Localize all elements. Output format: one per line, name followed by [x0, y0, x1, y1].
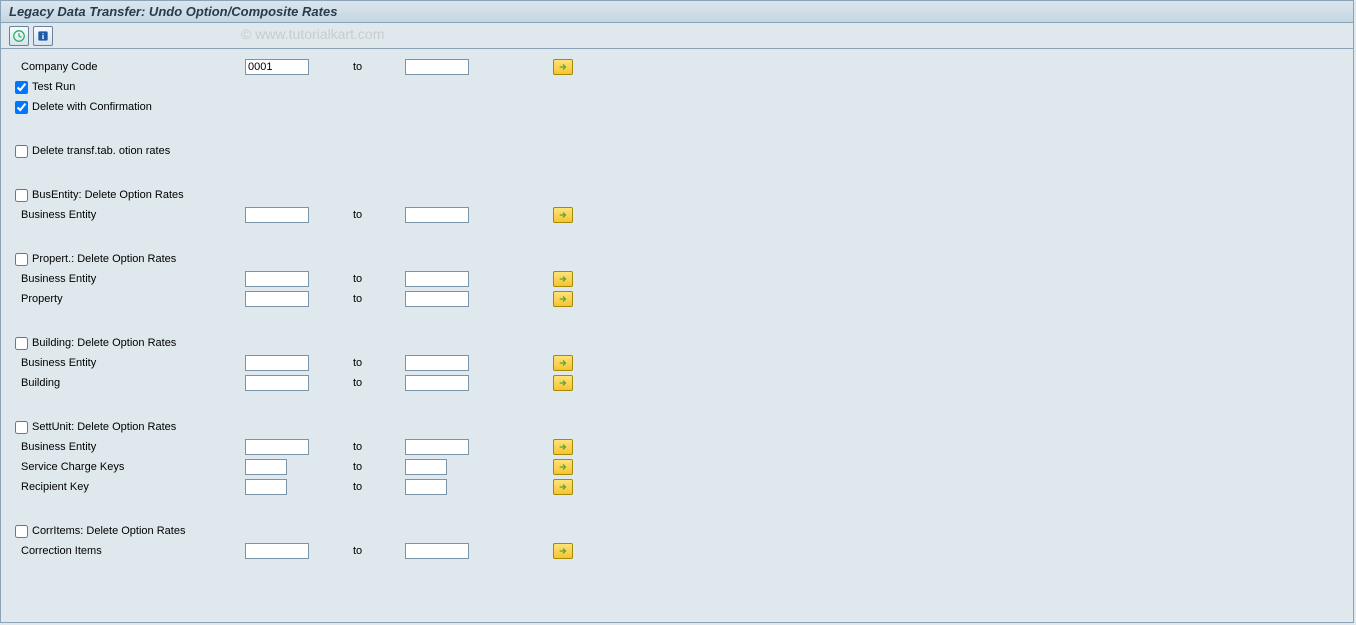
be4-from-input[interactable]: [245, 439, 309, 455]
test-run-checkbox[interactable]: [15, 81, 28, 94]
label-company-code: Company Code: [15, 61, 245, 73]
arrow-right-icon: [558, 358, 568, 368]
be2-label: Business Entity: [15, 273, 245, 285]
to-label-be3: to: [345, 357, 405, 369]
rk-to-input[interactable]: [405, 479, 447, 495]
row-rk: Recipient Key to: [15, 477, 1339, 497]
busentity-label: BusEntity: Delete Option Rates: [32, 189, 184, 201]
row-building: Building to: [15, 373, 1339, 393]
sck-to-input[interactable]: [405, 459, 447, 475]
building-chk-label: Building: Delete Option Rates: [32, 337, 176, 349]
be4-multi-button[interactable]: [553, 439, 573, 455]
property-chk-label: Propert.: Delete Option Rates: [32, 253, 176, 265]
be1-from-input[interactable]: [245, 207, 309, 223]
be3-multi-button[interactable]: [553, 355, 573, 371]
be1-multi-button[interactable]: [553, 207, 573, 223]
delete-confirm-checkbox[interactable]: [15, 101, 28, 114]
sck-label: Service Charge Keys: [15, 461, 245, 473]
title-bar: Legacy Data Transfer: Undo Option/Compos…: [1, 1, 1353, 23]
property-checkbox[interactable]: [15, 253, 28, 266]
be1-label: Business Entity: [15, 209, 245, 221]
be3-label: Business Entity: [15, 357, 245, 369]
sck-multi-button[interactable]: [553, 459, 573, 475]
row-property: Property to: [15, 289, 1339, 309]
be4-to-input[interactable]: [405, 439, 469, 455]
to-label-be2: to: [345, 273, 405, 285]
arrow-right-icon: [558, 62, 568, 72]
test-run-label: Test Run: [32, 81, 75, 93]
to-label-be1: to: [345, 209, 405, 221]
info-button[interactable]: i: [33, 26, 53, 46]
building-multi-button[interactable]: [553, 375, 573, 391]
company-code-from-input[interactable]: [245, 59, 309, 75]
app-window: Legacy Data Transfer: Undo Option/Compos…: [0, 0, 1354, 623]
to-label-sck: to: [345, 461, 405, 473]
page-title: Legacy Data Transfer: Undo Option/Compos…: [9, 4, 337, 19]
company-code-to-input[interactable]: [405, 59, 469, 75]
to-label-be4: to: [345, 441, 405, 453]
property-to-input[interactable]: [405, 291, 469, 307]
arrow-right-icon: [558, 210, 568, 220]
execute-button[interactable]: [9, 26, 29, 46]
be2-from-input[interactable]: [245, 271, 309, 287]
row-be2: Business Entity to: [15, 269, 1339, 289]
toolbar: i © www.tutorialkart.com: [1, 23, 1353, 49]
busentity-checkbox[interactable]: [15, 189, 28, 202]
be3-to-input[interactable]: [405, 355, 469, 371]
building-to-input[interactable]: [405, 375, 469, 391]
property-label: Property: [15, 293, 245, 305]
corritems-checkbox[interactable]: [15, 525, 28, 538]
settunit-chk-label: SettUnit: Delete Option Rates: [32, 421, 176, 433]
arrow-right-icon: [558, 378, 568, 388]
corritems-chk-label: CorrItems: Delete Option Rates: [32, 525, 185, 537]
be2-multi-button[interactable]: [553, 271, 573, 287]
ci-label: Correction Items: [15, 545, 245, 557]
content-area: Company Code to Test Run Delete with Con…: [1, 49, 1353, 569]
delete-transf-label: Delete transf.tab. otion rates: [32, 145, 170, 157]
delete-transf-checkbox[interactable]: [15, 145, 28, 158]
property-from-input[interactable]: [245, 291, 309, 307]
settunit-checkbox[interactable]: [15, 421, 28, 434]
to-label-property: to: [345, 293, 405, 305]
building-checkbox[interactable]: [15, 337, 28, 350]
to-label-ci: to: [345, 545, 405, 557]
row-company-code: Company Code to: [15, 57, 1339, 77]
delete-confirm-label: Delete with Confirmation: [32, 101, 152, 113]
row-sck: Service Charge Keys to: [15, 457, 1339, 477]
arrow-right-icon: [558, 546, 568, 556]
rk-from-input[interactable]: [245, 479, 287, 495]
to-label: to: [345, 61, 405, 73]
to-label-building: to: [345, 377, 405, 389]
to-label-rk: to: [345, 481, 405, 493]
rk-multi-button[interactable]: [553, 479, 573, 495]
ci-from-input[interactable]: [245, 543, 309, 559]
row-be4: Business Entity to: [15, 437, 1339, 457]
arrow-right-icon: [558, 442, 568, 452]
arrow-right-icon: [558, 294, 568, 304]
row-be3: Business Entity to: [15, 353, 1339, 373]
company-code-multi-button[interactable]: [553, 59, 573, 75]
arrow-right-icon: [558, 274, 568, 284]
clock-execute-icon: [12, 29, 26, 43]
row-be1: Business Entity to: [15, 205, 1339, 225]
building-label: Building: [15, 377, 245, 389]
info-icon: i: [36, 29, 50, 43]
building-from-input[interactable]: [245, 375, 309, 391]
watermark: © www.tutorialkart.com: [241, 26, 384, 42]
be2-to-input[interactable]: [405, 271, 469, 287]
be4-label: Business Entity: [15, 441, 245, 453]
ci-multi-button[interactable]: [553, 543, 573, 559]
rk-label: Recipient Key: [15, 481, 245, 493]
be1-to-input[interactable]: [405, 207, 469, 223]
arrow-right-icon: [558, 482, 568, 492]
be3-from-input[interactable]: [245, 355, 309, 371]
row-ci: Correction Items to: [15, 541, 1339, 561]
arrow-right-icon: [558, 462, 568, 472]
ci-to-input[interactable]: [405, 543, 469, 559]
sck-from-input[interactable]: [245, 459, 287, 475]
property-multi-button[interactable]: [553, 291, 573, 307]
